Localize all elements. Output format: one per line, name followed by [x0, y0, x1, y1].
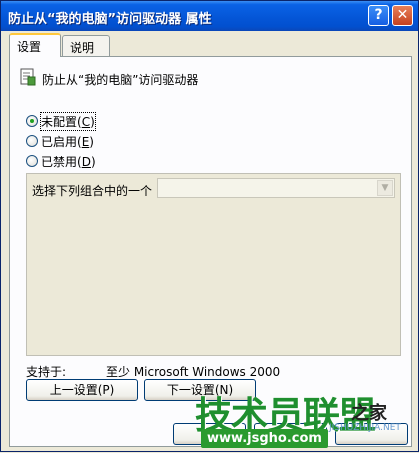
radio-button[interactable] — [26, 115, 38, 127]
policy-title: 防止从“我的电脑”访问驱动器 — [42, 73, 199, 87]
title-bar[interactable]: 防止从“我的电脑”访问驱动器 属性 ? ✕ — [1, 1, 418, 31]
radio-enabled[interactable]: 已启用(E) — [26, 133, 94, 149]
policy-settings-icon — [20, 68, 36, 86]
options-box: 选择下列组合中的一个 ▼ — [26, 173, 401, 356]
radio-label: 已启用(E) — [41, 134, 94, 149]
radio-button[interactable] — [26, 135, 38, 147]
window-title: 防止从“我的电脑”访问驱动器 属性 — [8, 12, 212, 27]
options-label: 选择下列组合中的一个 — [32, 184, 153, 198]
tab-explain[interactable]: 说明 — [62, 35, 110, 57]
supported-on-value: 至少 Microsoft Windows 2000 — [106, 365, 281, 379]
apply-button[interactable] — [335, 423, 408, 445]
settings-panel: 防止从“我的电脑”访问驱动器 未配置(C) 已启用(E) 已禁用(D) 选择下列… — [9, 56, 412, 447]
radio-disabled[interactable]: 已禁用(D) — [26, 153, 96, 169]
chevron-down-icon[interactable]: ▼ — [377, 180, 393, 196]
cancel-button[interactable] — [254, 423, 327, 445]
radio-label: 已禁用(D) — [41, 154, 96, 169]
next-setting-button[interactable]: 下一设置(N) — [144, 379, 256, 401]
tab-settings[interactable]: 设置 — [9, 33, 61, 57]
radio-label: 未配置(C) — [40, 111, 96, 131]
combination-select[interactable]: ▼ — [157, 178, 395, 198]
close-button[interactable]: ✕ — [392, 5, 413, 26]
radio-not-configured[interactable]: 未配置(C) — [26, 111, 96, 131]
ok-button[interactable] — [173, 423, 246, 445]
properties-dialog: 防止从“我的电脑”访问驱动器 属性 ? ✕ 设置 说明 防止从“我的电脑”访问驱… — [0, 0, 419, 452]
help-button[interactable]: ? — [368, 5, 389, 26]
supported-on-label: 支持于: — [26, 365, 67, 379]
previous-setting-button[interactable]: 上一设置(P) — [26, 379, 138, 401]
radio-button[interactable] — [26, 155, 38, 167]
